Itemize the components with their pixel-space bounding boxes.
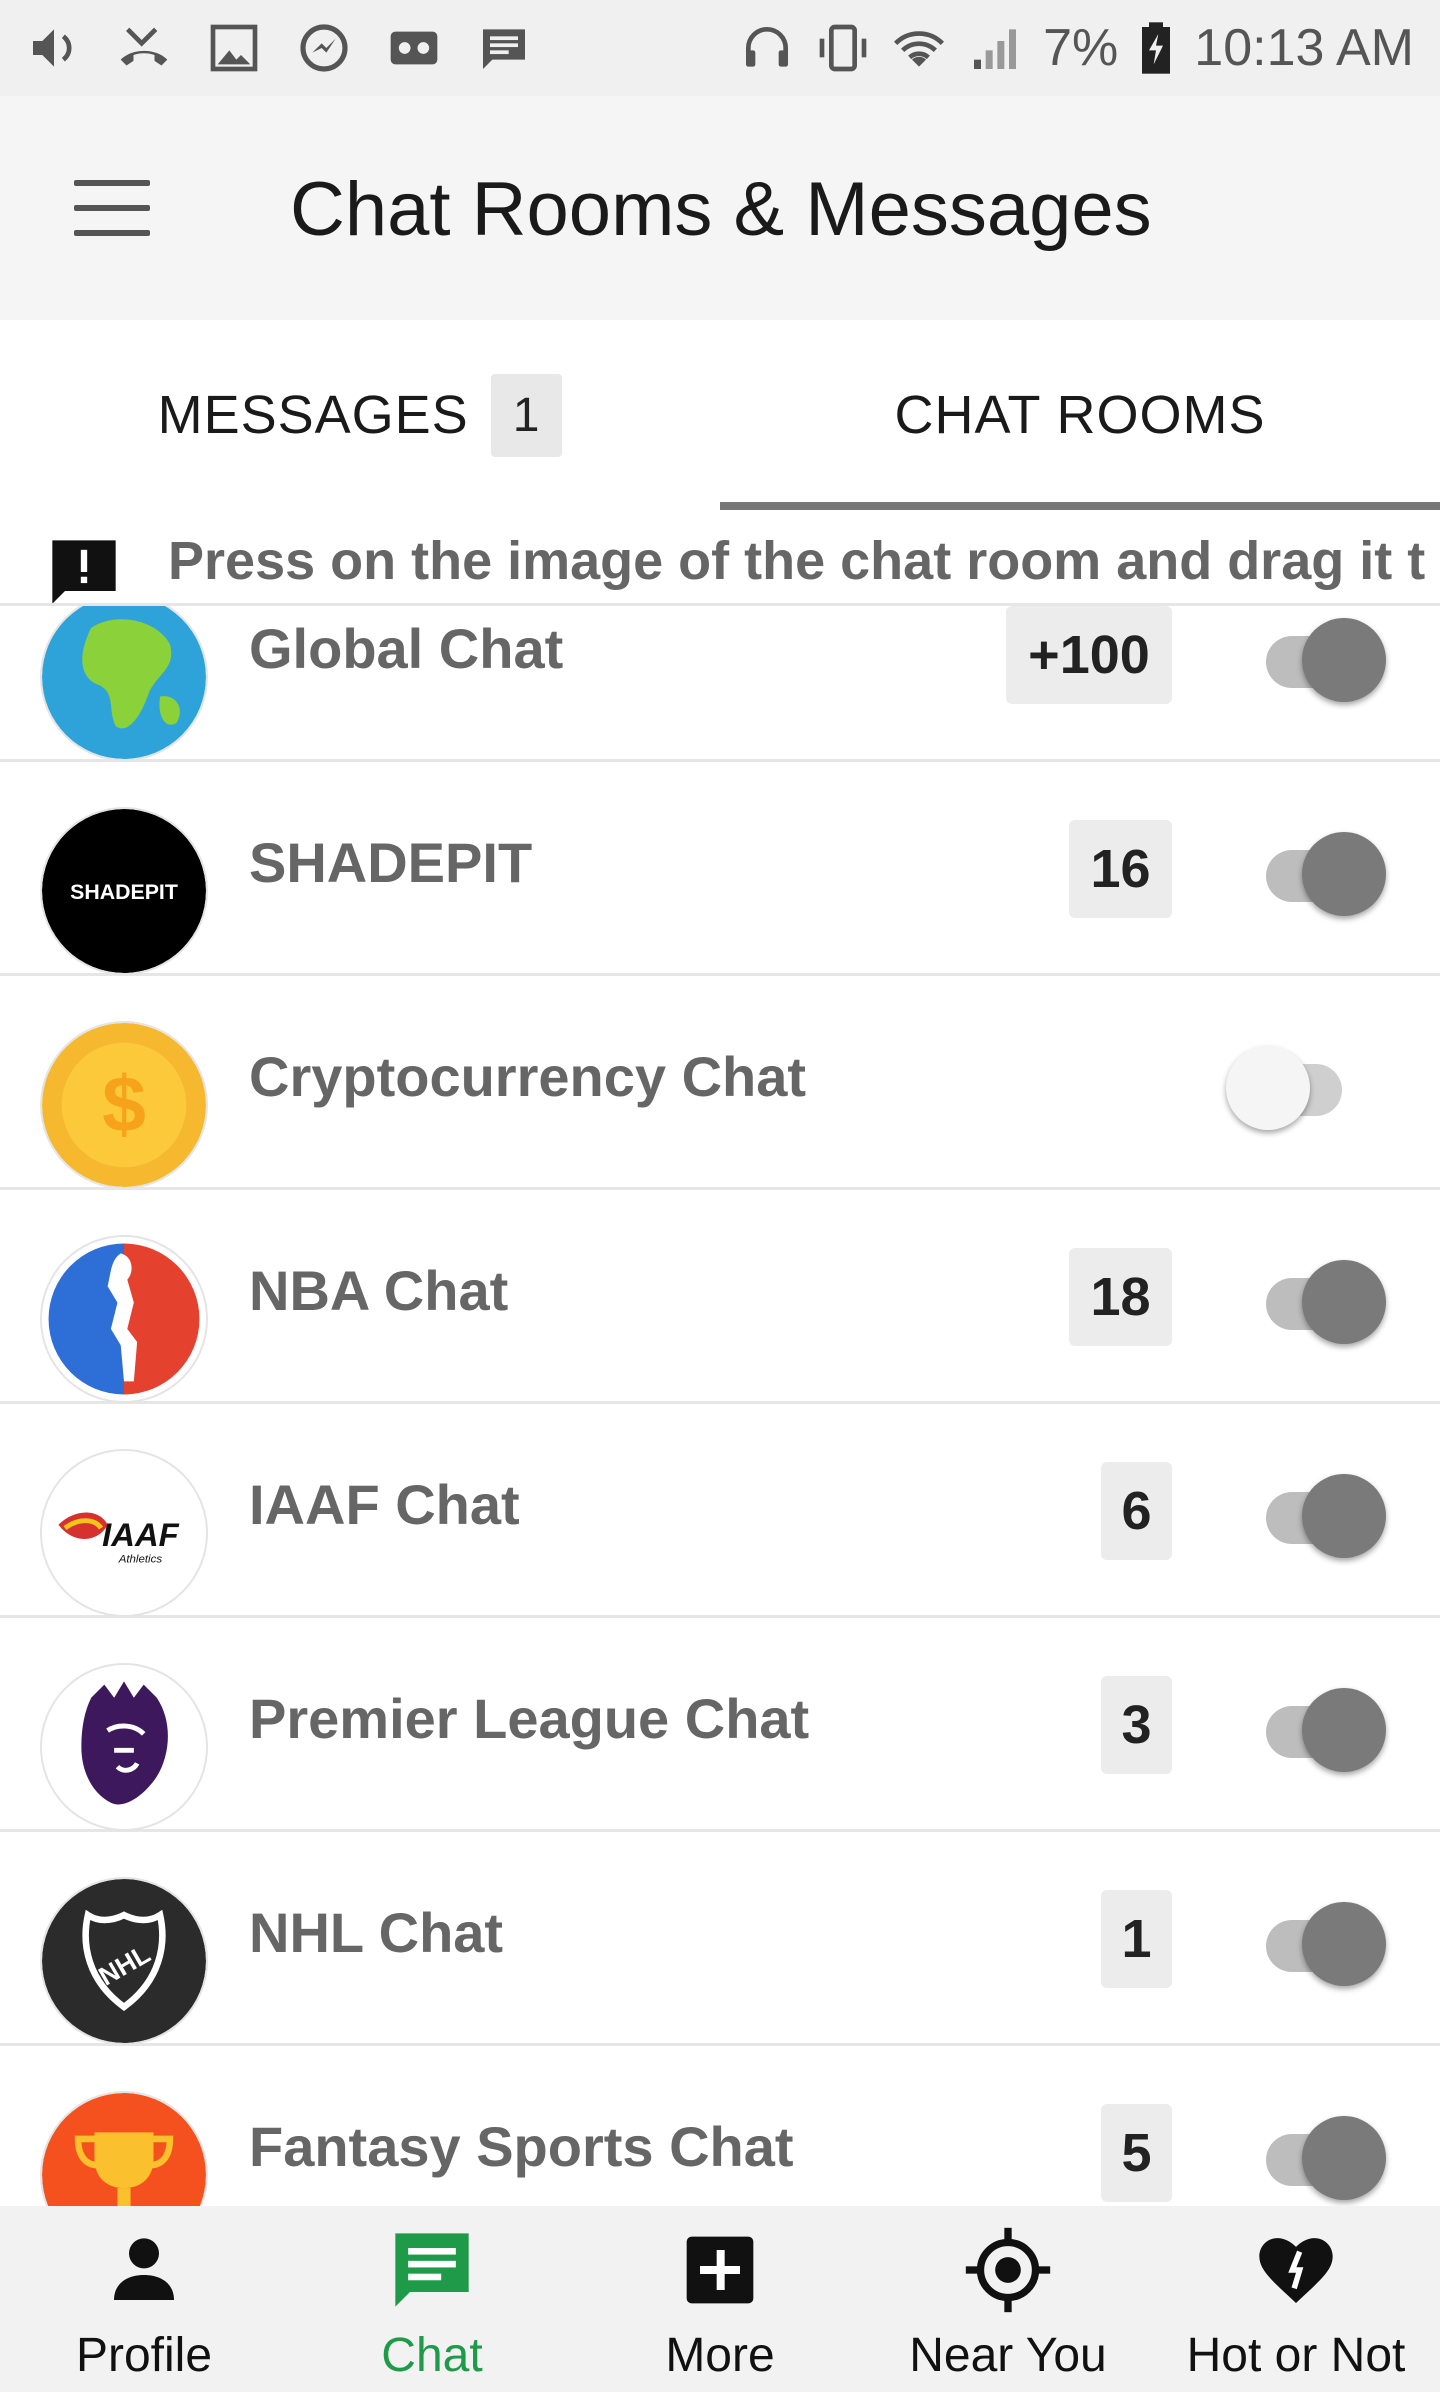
room-count-badge: 6 [1101, 1462, 1172, 1560]
tab-chat-rooms-label: CHAT ROOMS [894, 385, 1266, 445]
room-toggle-switch[interactable] [1256, 2106, 1386, 2200]
room-toggle-switch[interactable] [1256, 1250, 1386, 1344]
nav-near-you[interactable]: Near You [864, 2206, 1152, 2392]
dollar-coin-icon[interactable]: $ [42, 1023, 206, 1187]
room-name: NBA Chat [249, 1259, 509, 1322]
tab-chat-rooms[interactable]: CHAT ROOMS [720, 320, 1440, 510]
app-bar: Chat Rooms & Messages [0, 96, 1440, 320]
room-toggle-switch[interactable] [1256, 608, 1386, 702]
chat-room-global[interactable]: Global Chat +100 [0, 606, 1440, 762]
gallery-icon [206, 20, 262, 76]
bottom-navigation: Profile Chat More Near You Hot or Not [0, 2206, 1440, 2392]
room-name: IAAF Chat [249, 1473, 520, 1536]
room-count-badge: 5 [1101, 2104, 1172, 2202]
nhl-logo[interactable]: NHL [42, 1879, 206, 2043]
volume-icon [26, 20, 82, 76]
globe-icon[interactable] [42, 606, 206, 759]
info-banner: Press on the image of the chat room and … [0, 510, 1440, 606]
nav-more[interactable]: More [576, 2206, 864, 2392]
status-system: 7% 10:13 AM [739, 18, 1414, 78]
nav-chat[interactable]: Chat [288, 2206, 576, 2392]
tab-bar: MESSAGES 1 CHAT ROOMS [0, 320, 1440, 510]
nav-more-label: More [665, 2329, 775, 2382]
room-name: Premier League Chat [249, 1687, 810, 1750]
room-toggle-switch[interactable] [1256, 1892, 1386, 1986]
clock: 10:13 AM [1194, 19, 1414, 77]
chat-room-nba[interactable]: NBA Chat 18 [0, 1190, 1440, 1404]
room-name: NHL Chat [249, 1901, 504, 1964]
nav-hot-or-not-label: Hot or Not [1186, 2329, 1406, 2382]
room-count-badge: +100 [1006, 606, 1172, 704]
room-toggle-switch[interactable] [1226, 1036, 1356, 1130]
room-count-badge: 16 [1069, 820, 1172, 918]
chat-room-premier-league[interactable]: Premier League Chat 3 [0, 1618, 1440, 1832]
shadepit-logo[interactable]: SHADEPIT [42, 809, 206, 973]
iaaf-logo[interactable]: IAAF Athletics [42, 1451, 206, 1615]
battery-percent: 7% [1043, 19, 1119, 77]
room-name: Global Chat [249, 617, 564, 680]
voicemail-icon [386, 20, 442, 76]
room-count-badge: 18 [1069, 1248, 1172, 1346]
messenger-icon [296, 20, 352, 76]
headset-icon [739, 20, 795, 76]
status-notifications [26, 20, 532, 76]
messages-count-badge: 1 [490, 373, 563, 457]
chat-room-cryptocurrency[interactable]: $ Cryptocurrency Chat [0, 976, 1440, 1190]
room-name: Cryptocurrency Chat [249, 1045, 807, 1108]
room-name: Fantasy Sports Chat [249, 2115, 794, 2178]
shadepit-logo-text: SHADEPIT [70, 880, 178, 904]
room-count-badge: 1 [1101, 1890, 1172, 1988]
tab-indicator [720, 502, 1440, 510]
nav-near-you-label: Near You [909, 2329, 1107, 2382]
battery-icon [1138, 20, 1174, 76]
iaaf-logo-text: IAAF [102, 1516, 179, 1553]
dollar-symbol: $ [102, 1060, 146, 1148]
location-target-icon [964, 2226, 1052, 2314]
info-banner-text: Press on the image of the chat room and … [168, 531, 1426, 591]
iaaf-logo-subtext: Athletics [118, 1554, 163, 1566]
add-box-icon [676, 2226, 764, 2314]
message-icon [476, 20, 532, 76]
room-toggle-switch[interactable] [1256, 822, 1386, 916]
tab-messages[interactable]: MESSAGES 1 [0, 320, 720, 510]
chat-rooms-list: Global Chat +100 SHADEPIT SHADEPIT 16 $ … [0, 606, 1440, 2206]
tab-messages-label: MESSAGES [157, 385, 469, 445]
trophy-icon[interactable] [42, 2093, 206, 2206]
chat-bubble-icon [388, 2226, 476, 2314]
room-toggle-switch[interactable] [1256, 1678, 1386, 1772]
chat-room-shadepit[interactable]: SHADEPIT SHADEPIT 16 [0, 762, 1440, 976]
room-count-badge: 3 [1101, 1676, 1172, 1774]
room-name: SHADEPIT [249, 831, 533, 894]
nba-logo[interactable] [42, 1237, 206, 1401]
chat-room-fantasy-sports[interactable]: Fantasy Sports Chat 5 [0, 2046, 1440, 2206]
nav-hot-or-not[interactable]: Hot or Not [1152, 2206, 1440, 2392]
vibrate-icon [815, 20, 871, 76]
missed-call-icon [116, 20, 172, 76]
signal-icon [967, 20, 1023, 76]
wifi-icon [891, 20, 947, 76]
page-title: Chat Rooms & Messages [290, 167, 1152, 252]
nav-chat-label: Chat [381, 2329, 483, 2382]
room-toggle-switch[interactable] [1256, 1464, 1386, 1558]
chat-room-nhl[interactable]: NHL NHL Chat 1 [0, 1832, 1440, 2046]
nav-profile[interactable]: Profile [0, 2206, 288, 2392]
nav-profile-label: Profile [75, 2329, 213, 2382]
chat-room-iaaf[interactable]: IAAF Athletics IAAF Chat 6 [0, 1404, 1440, 1618]
heart-icon [1252, 2226, 1340, 2314]
person-icon [100, 2226, 188, 2314]
hamburger-menu-icon[interactable] [62, 170, 162, 246]
premier-league-lion-logo[interactable] [42, 1665, 206, 1829]
feedback-alert-icon [46, 534, 122, 603]
status-bar: 7% 10:13 AM [0, 0, 1440, 96]
